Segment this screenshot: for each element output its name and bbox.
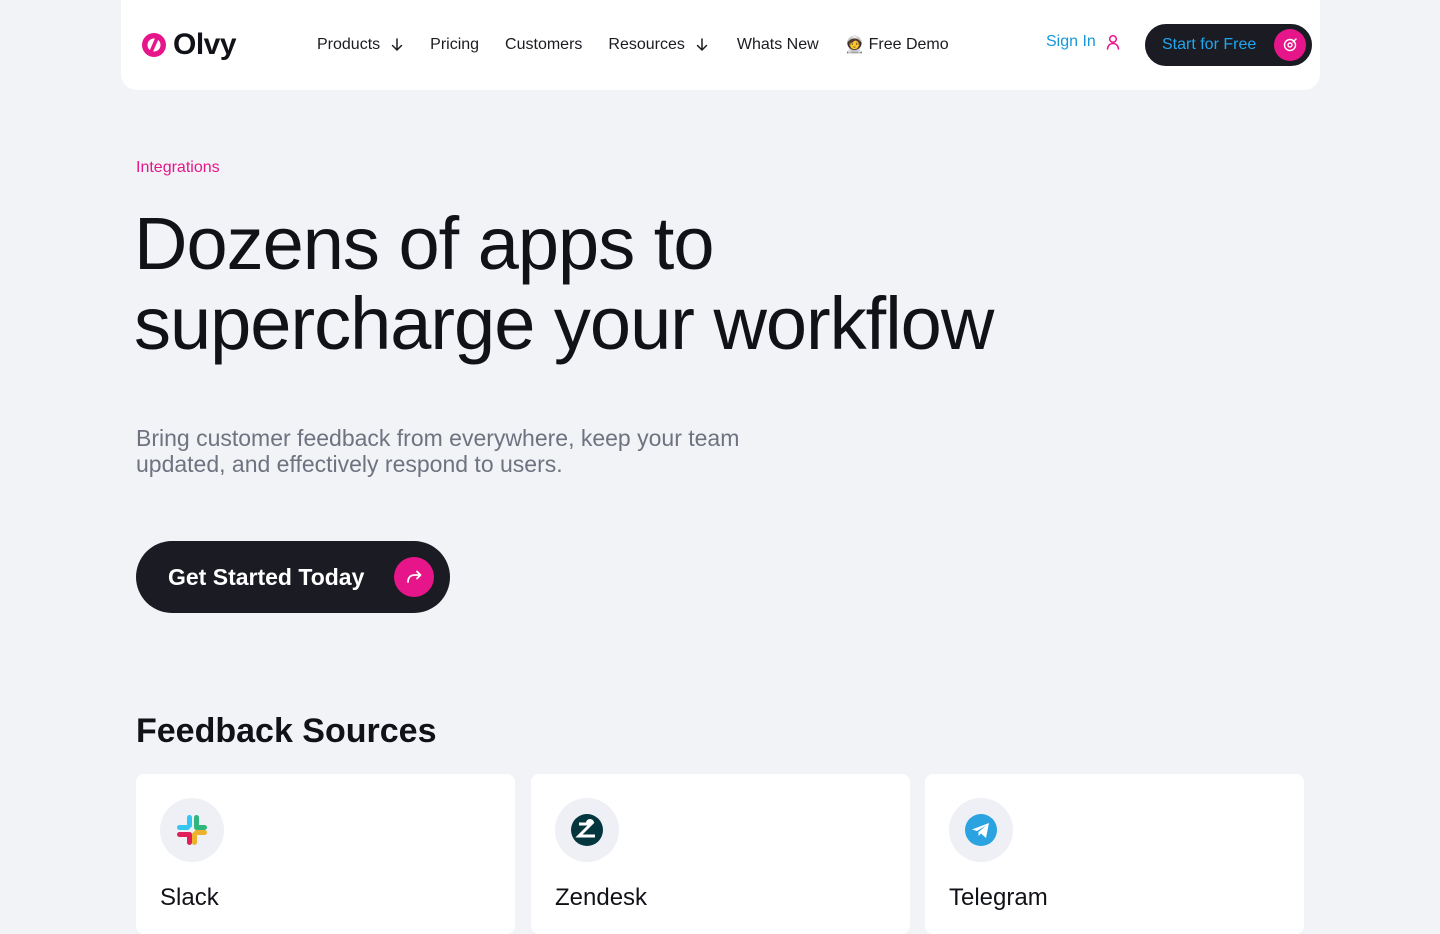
integration-name: Slack	[160, 884, 219, 911]
logo-text: Olvy	[173, 28, 237, 61]
integrations-eyebrow: Integrations	[136, 159, 220, 176]
start-for-free-label: Start for Free	[1162, 36, 1257, 53]
get-started-label: Get Started Today	[168, 563, 365, 590]
rocket-badge	[1274, 29, 1306, 61]
nav-free-demo[interactable]: 🧑‍🚀 Free Demo	[845, 35, 949, 55]
redo-arrow-icon	[407, 570, 422, 583]
sign-in-link[interactable]: Sign In	[1046, 33, 1121, 51]
subtext-line-1: Bring customer feedback from everywhere,…	[136, 425, 740, 451]
arrow-down-icon	[696, 38, 708, 51]
nav-pricing-label: Pricing	[430, 36, 480, 53]
olvy-logo-icon	[142, 33, 166, 57]
zendesk-icon-wrapper	[555, 798, 619, 862]
integration-card-slack[interactable]: Slack	[136, 774, 515, 934]
nav-products[interactable]: Products	[317, 36, 404, 54]
nav-whats-new[interactable]: Whats New	[737, 36, 819, 54]
nav-customers-label: Customers	[505, 36, 583, 53]
sign-in-label: Sign In	[1046, 33, 1096, 50]
nav-resources-label: Resources	[608, 36, 685, 53]
telegram-icon-wrapper	[949, 798, 1013, 862]
top-navbar: Olvy Products Pricing Customers Resource…	[121, 0, 1320, 90]
start-for-free-button[interactable]: Start for Free	[1145, 24, 1312, 66]
slack-icon	[177, 815, 207, 845]
nav-resources[interactable]: Resources	[608, 36, 708, 54]
target-icon	[1283, 38, 1297, 52]
arrow-badge	[394, 557, 434, 597]
nav-pricing[interactable]: Pricing	[430, 36, 479, 54]
nav-products-label: Products	[317, 36, 381, 53]
get-started-button[interactable]: Get Started Today	[136, 541, 450, 613]
feedback-sources-heading: Feedback Sources	[136, 712, 437, 750]
telegram-icon	[965, 814, 997, 846]
astronaut-emoji-icon: 🧑‍🚀	[844, 37, 865, 54]
nav-customers[interactable]: Customers	[505, 36, 582, 54]
slack-icon-wrapper	[160, 798, 224, 862]
main-nav: Products Pricing Customers Resources Wha…	[317, 33, 949, 57]
headline-line-1: Dozens of apps to	[134, 202, 714, 285]
nav-whats-new-label: Whats New	[736, 36, 819, 53]
integration-name: Zendesk	[555, 884, 648, 911]
subtext-line-2: updated, and effectively respond to user…	[136, 451, 563, 477]
hero-headline: Dozens of apps to supercharge your workf…	[134, 204, 1094, 364]
integration-card-zendesk[interactable]: Zendesk	[531, 774, 910, 934]
arrow-down-icon	[391, 38, 403, 51]
user-icon	[1106, 34, 1120, 50]
integration-card-telegram[interactable]: Telegram	[925, 774, 1304, 934]
zendesk-icon	[571, 814, 603, 846]
headline-line-2: supercharge your workflow	[134, 282, 994, 365]
integration-name: Telegram	[949, 884, 1048, 911]
nav-free-demo-label: Free Demo	[868, 36, 949, 53]
olvy-logo[interactable]: Olvy	[141, 28, 237, 62]
hero-subtext: Bring customer feedback from everywhere,…	[136, 425, 836, 477]
